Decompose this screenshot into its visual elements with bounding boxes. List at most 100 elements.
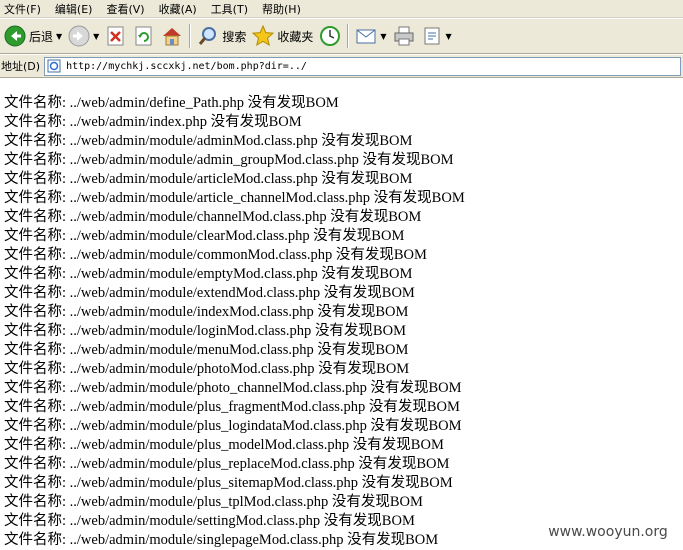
bom-status: 没有发现BOM [358,456,450,472]
file-path: ../web/admin/module/menuMod.class.php [69,342,314,358]
menu-edit[interactable]: 编辑(E) [55,1,93,17]
file-label: 文件名称: [4,285,67,301]
search-label: 搜索 [222,29,247,44]
file-path: ../web/admin/module/plus_modelMod.class.… [69,437,350,453]
file-path: ../web/admin/module/plus_replaceMod.clas… [69,456,355,472]
file-path: ../web/admin/module/photoMod.class.php [69,361,315,377]
menu-tools[interactable]: 工具(T) [211,1,248,17]
chevron-down-icon[interactable]: ▼ [93,32,99,41]
address-label: 地址(D) [1,60,41,73]
home-icon [163,28,182,46]
bom-status: 没有发现BOM [210,114,302,130]
bom-status: 没有发现BOM [318,361,410,377]
list-item: 文件名称: ../web/admin/module/admin_groupMod… [4,151,683,170]
list-item: 文件名称: ../web/admin/index.php 没有发现BOM [4,113,683,132]
search-icon [199,27,217,45]
list-item: 文件名称: ../web/admin/module/plus_logindata… [4,417,683,436]
menu-favorites[interactable]: 收藏(A) [159,1,197,17]
file-label: 文件名称: [4,342,67,358]
address-url: http://mychkj.sccxkj.net/bom.php?dir=../ [66,60,307,72]
list-item: 文件名称: ../web/admin/define_Path.php 没有发现B… [4,94,683,113]
stop-icon [107,26,124,46]
bom-status: 没有发现BOM [321,266,413,282]
file-path: ../web/admin/module/emptyMod.class.php [69,266,318,282]
file-label: 文件名称: [4,399,67,415]
favorites-button[interactable]: 收藏夹 [249,21,316,51]
history-button[interactable] [316,21,344,51]
history-clock-icon [320,26,341,46]
menu-file[interactable]: 文件(F) [4,1,41,17]
toolbar: 后退 ▼ ▼ 搜索 收藏夹 ▼ ▼ [0,18,683,54]
list-item: 文件名称: ../web/admin/module/commonMod.clas… [4,246,683,265]
back-button[interactable]: 后退 ▼ [1,21,65,51]
file-path: ../web/admin/module/indexMod.class.php [69,304,314,320]
address-input[interactable]: http://mychkj.sccxkj.net/bom.php?dir=../ [44,56,681,76]
file-label: 文件名称: [4,152,67,168]
file-path: ../web/admin/module/plus_logindataMod.cl… [69,418,367,434]
search-button[interactable]: 搜索 [194,21,249,51]
browser-chrome: 文件(F) 编辑(E) 查看(V) 收藏(A) 工具(T) 帮助(H) 后退 ▼… [0,0,683,78]
file-label: 文件名称: [4,304,67,320]
back-label: 后退 [29,29,54,44]
chevron-down-icon[interactable]: ▼ [380,32,386,41]
list-item: 文件名称: ../web/admin/module/extendMod.clas… [4,284,683,303]
stop-button[interactable] [102,21,130,51]
bom-status: 没有发现BOM [323,513,415,529]
file-label: 文件名称: [4,228,67,244]
file-path: ../web/admin/module/commonMod.class.php [69,247,333,263]
bom-status: 没有发现BOM [370,418,462,434]
file-label: 文件名称: [4,456,67,472]
file-label: 文件名称: [4,323,67,339]
print-button[interactable] [390,21,418,51]
ie-page-icon [47,59,61,73]
bom-status: 没有发现BOM [317,342,409,358]
bom-status: 没有发现BOM [335,247,427,263]
file-label: 文件名称: [4,361,67,377]
chevron-down-icon[interactable]: ▼ [446,32,452,41]
file-path: ../web/admin/module/plus_fragmentMod.cla… [69,399,366,415]
refresh-icon [135,26,152,46]
bom-status: 没有发现BOM [330,209,422,225]
document-edit-icon [424,27,440,45]
bom-status: 没有发现BOM [373,190,465,206]
file-label: 文件名称: [4,532,67,548]
bom-status: 没有发现BOM [368,399,460,415]
list-item: 文件名称: ../web/admin/module/adminMod.class… [4,132,683,151]
menu-view[interactable]: 查看(V) [106,1,144,17]
file-path: ../web/admin/module/plus_tplMod.class.ph… [69,494,329,510]
bom-status: 没有发现BOM [321,171,413,187]
list-item: 文件名称: ../web/admin/module/plus_modelMod.… [4,436,683,455]
menu-help[interactable]: 帮助(H) [262,1,301,17]
bom-status: 没有发现BOM [362,152,454,168]
home-button[interactable] [158,21,186,51]
file-path: ../web/admin/module/plus_sitemapMod.clas… [69,475,359,491]
bom-status: 没有发现BOM [361,475,453,491]
file-label: 文件名称: [4,95,67,111]
chevron-down-icon[interactable]: ▼ [56,32,62,41]
bom-status: 没有发现BOM [370,380,462,396]
file-path: ../web/admin/module/loginMod.class.php [69,323,312,339]
menu-bar: 文件(F) 编辑(E) 查看(V) 收藏(A) 工具(T) 帮助(H) [0,0,683,18]
mail-button[interactable]: ▼ [352,21,389,51]
file-label: 文件名称: [4,114,67,130]
watermark: www.wooyun.org [533,520,683,544]
bom-status: 没有发现BOM [247,95,339,111]
bom-status: 没有发现BOM [321,133,413,149]
list-item: 文件名称: ../web/admin/module/clearMod.class… [4,227,683,246]
bom-status: 没有发现BOM [347,532,439,548]
toolbar-divider [189,24,192,48]
edit-button[interactable]: ▼ [418,21,455,51]
forward-button[interactable]: ▼ [65,21,102,51]
file-label: 文件名称: [4,513,67,529]
file-path: ../web/admin/module/article_channelMod.c… [69,190,371,206]
file-path: ../web/admin/module/admin_groupMod.class… [69,152,359,168]
file-label: 文件名称: [4,418,67,434]
address-bar: 地址(D) http://mychkj.sccxkj.net/bom.php?d… [0,54,683,78]
star-icon [252,25,275,47]
file-label: 文件名称: [4,209,67,225]
bom-status: 没有发现BOM [313,228,405,244]
toolbar-divider [347,24,350,48]
file-path: ../web/admin/module/articleMod.class.php [69,171,318,187]
refresh-button[interactable] [130,21,158,51]
list-item: 文件名称: ../web/admin/module/photo_channelM… [4,379,683,398]
